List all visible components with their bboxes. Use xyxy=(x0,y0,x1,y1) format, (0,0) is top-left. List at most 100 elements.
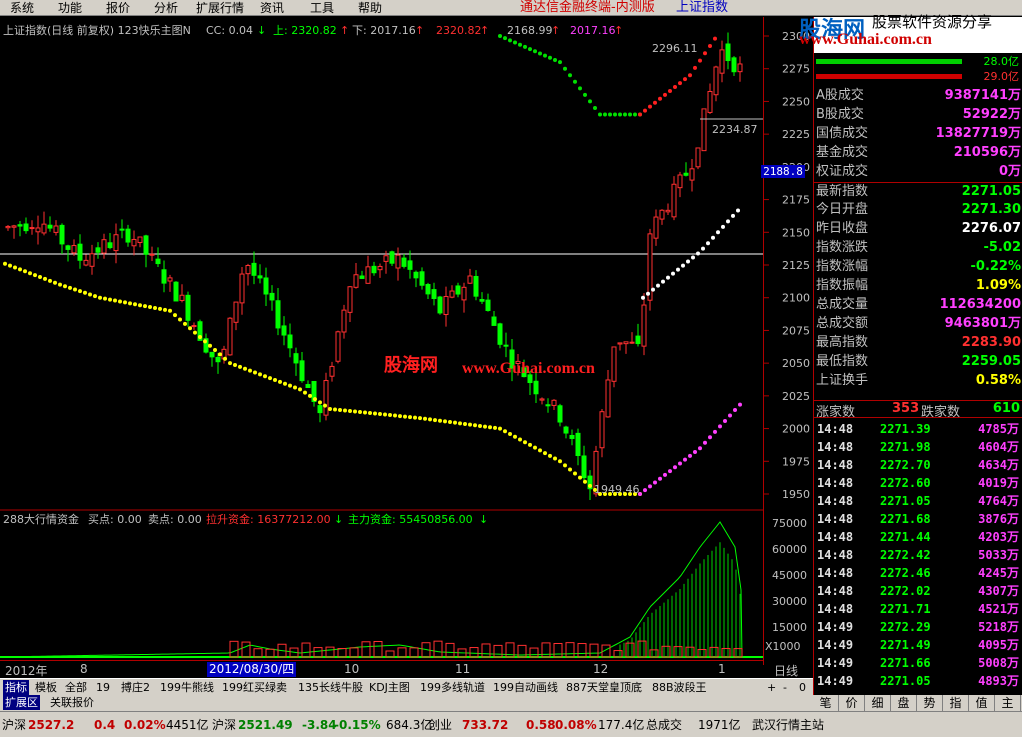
candle-body xyxy=(209,351,215,358)
ma-dot xyxy=(448,420,452,425)
chart-area[interactable]: 上证指数(日线 前复权) 123快乐主图N CC: 0.04 ↓ 上: 2320… xyxy=(0,17,763,665)
tick-time: 14:48 xyxy=(817,566,854,580)
stat-row: 指数涨跌 -5.02 xyxy=(814,239,1022,257)
tab-kdj-main[interactable]: KDJ主图 xyxy=(367,680,412,695)
reset-button[interactable]: 0 xyxy=(797,680,808,695)
tab-19[interactable]: 19 xyxy=(94,680,112,695)
capital-bar xyxy=(265,648,275,658)
status-item: 2521.49 xyxy=(238,718,293,732)
date-label: 2012年 xyxy=(5,664,48,678)
tick-row[interactable]: 14:48 2272.46 4245万 xyxy=(814,564,1022,582)
ma-dot xyxy=(98,295,102,300)
menu-help[interactable]: 帮助 xyxy=(358,0,382,16)
tab-price[interactable]: 价 xyxy=(839,695,865,711)
menu-ext-quote[interactable]: 扩展行情 xyxy=(196,0,244,16)
stat-row: B股成交 52922万 xyxy=(814,106,1022,124)
tick-row[interactable]: 14:48 2271.71 4521万 xyxy=(814,600,1022,618)
candle-body xyxy=(107,242,113,249)
main-chart-title: 上证指数(日线 前复权) 123快乐主图N xyxy=(3,24,191,37)
tick-row[interactable]: 14:48 2272.60 4019万 xyxy=(814,474,1022,492)
candle-body xyxy=(401,257,407,267)
date-label: 8 xyxy=(80,662,88,676)
tab-135-long[interactable]: 135长线牛股 xyxy=(296,680,365,695)
menu-tools[interactable]: 工具 xyxy=(310,0,334,16)
candle-body xyxy=(53,225,59,233)
ma-dot xyxy=(63,284,67,289)
menu-system[interactable]: 系统 xyxy=(10,0,34,16)
tab-trend[interactable]: 势 xyxy=(917,695,943,711)
upper-band-dot-red xyxy=(693,65,697,70)
tab-bozhuang2[interactable]: 搏庄2 xyxy=(119,680,152,695)
tick-row[interactable]: 14:49 2272.29 5218万 xyxy=(814,618,1022,636)
tick-row[interactable]: 14:48 2271.98 4604万 xyxy=(814,438,1022,456)
menu-quote[interactable]: 报价 xyxy=(106,0,130,16)
tab-related-quote[interactable]: 关联报价 xyxy=(48,695,96,710)
tick-row[interactable]: 14:49 2271.05 4893万 xyxy=(814,672,1022,690)
ma-dot xyxy=(488,425,492,430)
ma-dot xyxy=(288,383,292,388)
ma-dot xyxy=(363,410,367,415)
candle-body xyxy=(287,334,293,349)
tab-template[interactable]: 模板 xyxy=(33,680,59,695)
candle-body xyxy=(71,245,77,254)
tab-main[interactable]: 主 xyxy=(995,695,1021,711)
ma-dot xyxy=(518,437,522,442)
middle-band-dot xyxy=(706,241,710,246)
tick-row[interactable]: 14:48 2272.42 5033万 xyxy=(814,546,1022,564)
add-button[interactable]: + xyxy=(765,680,778,695)
lower-band-dot xyxy=(658,476,662,481)
tab-extension-area[interactable]: 扩展区 xyxy=(3,695,40,710)
tick-row[interactable]: 14:49 2271.49 4095万 xyxy=(814,636,1022,654)
tab-199-red-green[interactable]: 199红买绿卖 xyxy=(220,680,289,695)
capital-bar xyxy=(241,641,251,658)
capital-bar xyxy=(349,647,359,658)
upper-band-dot-red xyxy=(668,88,672,93)
stat-row: 指数振幅 1.09% xyxy=(814,277,1022,295)
tick-row[interactable]: 14:48 2271.44 4203万 xyxy=(814,528,1022,546)
period-label[interactable]: 日线 xyxy=(774,662,798,679)
ma-dot xyxy=(348,408,352,413)
middle-band-dot xyxy=(641,295,645,300)
ma-dot xyxy=(233,363,237,368)
candle-body xyxy=(503,344,509,347)
capital-bar xyxy=(733,648,743,658)
ma-dot xyxy=(418,416,422,421)
ma-dot xyxy=(463,421,467,426)
tab-199-auto-draw[interactable]: 199自动画线 xyxy=(491,680,560,695)
kline-chart[interactable] xyxy=(0,17,763,665)
tick-row[interactable]: 14:48 2272.70 4634万 xyxy=(814,456,1022,474)
menu-function[interactable]: 功能 xyxy=(58,0,82,16)
tick-row[interactable]: 14:48 2272.02 4307万 xyxy=(814,582,1022,600)
candle-body xyxy=(137,236,143,244)
tab-199-bull-bear[interactable]: 199牛熊线 xyxy=(158,680,216,695)
tab-detail[interactable]: 细 xyxy=(865,695,891,711)
tick-time: 14:48 xyxy=(817,422,854,436)
capital-bar xyxy=(565,642,575,658)
ma-dot xyxy=(213,348,217,353)
middle-band-dot xyxy=(646,291,650,296)
tab-trades[interactable]: 笔 xyxy=(813,695,839,711)
tab-value[interactable]: 值 xyxy=(969,695,995,711)
tab-board[interactable]: 盘 xyxy=(891,695,917,711)
candle-body xyxy=(605,379,611,418)
remove-button[interactable]: - xyxy=(781,680,789,695)
menu-news[interactable]: 资讯 xyxy=(260,0,284,16)
tick-row[interactable]: 14:48 2271.05 4764万 xyxy=(814,492,1022,510)
menu-analysis[interactable]: 分析 xyxy=(154,0,178,16)
tick-time: 14:49 xyxy=(817,656,854,670)
tab-88b-band[interactable]: 88B波段王 xyxy=(650,680,709,695)
upper-band-dot-red xyxy=(673,85,677,90)
middle-band-dot xyxy=(731,213,735,218)
tick-row[interactable]: 14:48 2271.39 4785万 xyxy=(814,420,1022,438)
tab-index[interactable]: 指 xyxy=(943,695,969,711)
tick-row[interactable]: 14:48 2271.68 3876万 xyxy=(814,510,1022,528)
tick-row[interactable]: 14:49 2271.66 5008万 xyxy=(814,654,1022,672)
tab-199-multi-track[interactable]: 199多线轨道 xyxy=(418,680,487,695)
tab-all[interactable]: 全部 xyxy=(63,680,89,695)
upper-band-dot-red xyxy=(703,51,707,56)
upper-band-dot xyxy=(583,92,587,97)
tab-indicator[interactable]: 指标 xyxy=(3,680,29,695)
stat-row: A股成交 9387141万 xyxy=(814,87,1022,105)
capital-bar xyxy=(661,645,671,658)
tab-887-top-bottom[interactable]: 887天堂皇顶底 xyxy=(564,680,644,695)
